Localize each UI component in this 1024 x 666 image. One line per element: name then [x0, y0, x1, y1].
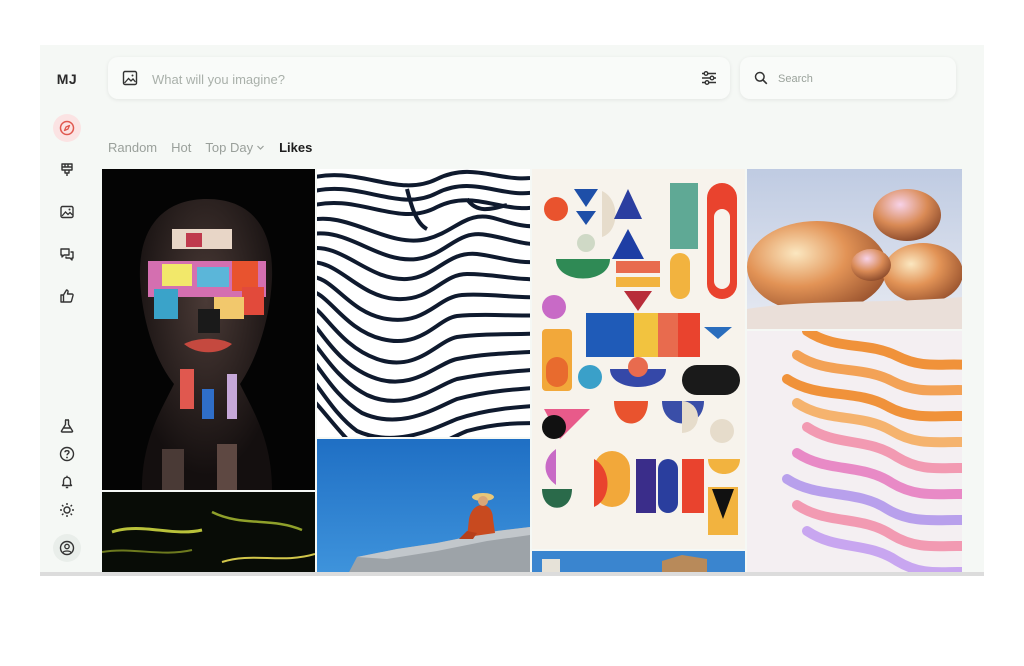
- prompt-bar: [108, 57, 730, 99]
- paintbrush-icon: [61, 163, 73, 176]
- chevron-down-icon: [257, 145, 265, 150]
- question-circle-icon: [59, 446, 75, 462]
- gallery-image-painted-face-portrait[interactable]: [102, 169, 315, 490]
- tab-hot[interactable]: Hot: [171, 140, 191, 155]
- nav-likes[interactable]: [53, 282, 81, 310]
- gallery-image-iridescent-copper-blobs[interactable]: [747, 169, 962, 329]
- image-icon: [60, 205, 74, 219]
- nav-explore[interactable]: [53, 114, 81, 142]
- image-gallery: [102, 169, 962, 576]
- tab-top-day[interactable]: Top Day: [205, 140, 265, 155]
- thumbs-up-icon: [60, 289, 74, 303]
- search-input[interactable]: [776, 67, 940, 91]
- flask-icon: [60, 419, 74, 433]
- app-window: MJ What will you imagine? Search Random …: [40, 45, 984, 576]
- sidebar: MJ: [40, 45, 100, 576]
- nav-chat[interactable]: [53, 240, 81, 268]
- compass-icon: [59, 120, 75, 136]
- tab-random[interactable]: Random: [108, 140, 157, 155]
- user-circle-icon: [59, 540, 75, 556]
- feed-tabs: Random Hot Top Day Likes: [108, 137, 312, 157]
- nav-organize[interactable]: [53, 198, 81, 226]
- nav-updates[interactable]: [53, 468, 81, 496]
- sun-icon: [60, 503, 74, 517]
- bottom-divider: [40, 572, 984, 576]
- bell-icon: [61, 475, 73, 489]
- nav-labs[interactable]: [53, 412, 81, 440]
- gallery-image-geometric-shapes-collage[interactable]: [532, 169, 745, 549]
- sliders-icon[interactable]: [700, 69, 718, 87]
- chat-bubbles-icon: [60, 248, 74, 261]
- search-icon: [754, 71, 768, 85]
- nav-create[interactable]: [53, 156, 81, 184]
- image-upload-icon[interactable]: [122, 70, 138, 86]
- gallery-image-orange-pink-wave-stripes[interactable]: [747, 331, 962, 576]
- nav-account[interactable]: [53, 534, 81, 562]
- gallery-image-person-sitting-on-rock[interactable]: [317, 439, 530, 576]
- gallery-image-black-white-fingerprint-waves[interactable]: [317, 169, 530, 437]
- tab-likes[interactable]: Likes: [279, 140, 312, 155]
- app-logo[interactable]: MJ: [54, 71, 80, 87]
- nav-help[interactable]: [53, 440, 81, 468]
- tab-top-day-label: Top Day: [205, 139, 254, 155]
- gallery-image-dark-abstract-strokes[interactable]: [102, 492, 315, 576]
- nav-theme[interactable]: [53, 496, 81, 524]
- prompt-input[interactable]: [150, 67, 674, 91]
- search-box: [740, 57, 956, 99]
